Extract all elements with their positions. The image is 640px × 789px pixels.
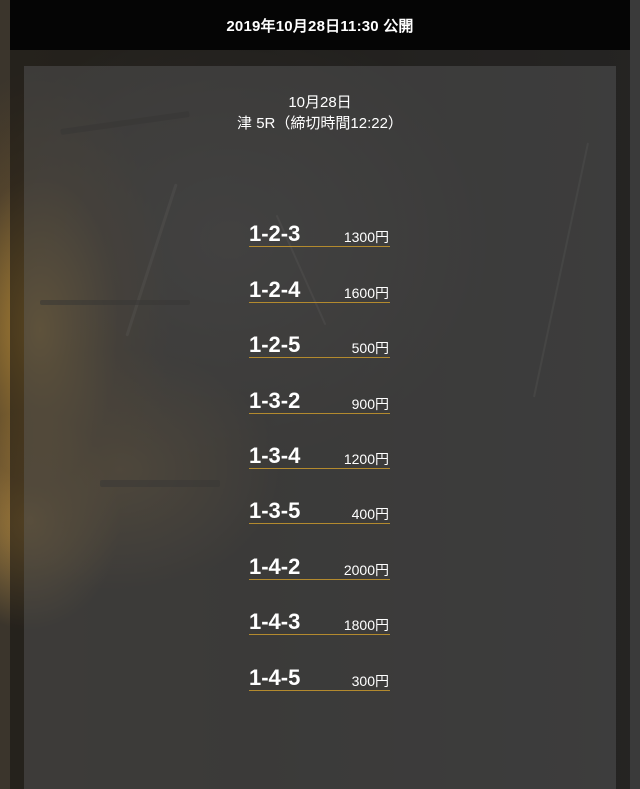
bet-underline [249, 412, 390, 414]
bet-combination: 1-3-2 [249, 387, 301, 413]
race-date: 10月28日 [288, 94, 352, 111]
bet-amount: 1200円 [343, 450, 389, 467]
bet-amount: 900円 [351, 395, 389, 412]
bet-row: 1-4-2 2000円 [249, 550, 390, 605]
bet-underline [249, 578, 390, 580]
bet-row: 1-4-5 300円 [249, 661, 390, 716]
bet-amount: 300円 [351, 672, 389, 689]
bet-combination: 1-4-3 [249, 609, 301, 635]
bet-row: 1-3-4 1200円 [249, 440, 390, 495]
bet-combination: 1-4-5 [249, 664, 301, 690]
bet-underline [249, 357, 390, 359]
race-detail: 津 5R（締切時間12:22） [237, 115, 403, 132]
bet-combination: 1-2-5 [249, 332, 301, 358]
bet-row: 1-2-5 500円 [249, 329, 390, 384]
publish-header: 2019年10月28日11:30 公開 [10, 0, 630, 50]
bet-row: 1-3-5 400円 [249, 495, 390, 550]
bet-combination: 1-3-5 [249, 498, 301, 524]
race-info: 10月28日 津 5R（締切時間12:22） [24, 92, 616, 134]
bet-row: 1-2-4 1600円 [249, 273, 390, 328]
bet-row: 1-4-3 1800円 [249, 606, 390, 661]
bet-combination: 1-3-4 [249, 442, 301, 468]
bet-amount: 2000円 [343, 561, 389, 578]
bet-combination: 1-2-3 [249, 221, 301, 247]
bet-combination: 1-4-2 [249, 553, 301, 579]
bet-amount: 500円 [351, 340, 389, 357]
bet-underline [249, 523, 390, 525]
bet-amount: 1600円 [343, 284, 389, 301]
publish-datetime: 2019年10月28日11:30 公開 [226, 17, 414, 35]
bet-row: 1-2-3 1300円 [249, 218, 390, 273]
bet-combination: 1-2-4 [249, 276, 301, 302]
bet-amount: 1800円 [343, 617, 389, 634]
bet-row: 1-3-2 900円 [249, 384, 390, 439]
bet-list: 1-2-3 1300円 1-2-4 1600円 1-2-5 500円 1-3-2… [249, 218, 390, 717]
bet-underline [249, 634, 390, 636]
bet-amount: 1300円 [343, 229, 389, 246]
bet-underline [249, 467, 390, 469]
bet-underline [249, 689, 390, 691]
bet-underline [249, 301, 390, 303]
bet-amount: 400円 [351, 506, 389, 523]
bet-underline [249, 246, 390, 248]
